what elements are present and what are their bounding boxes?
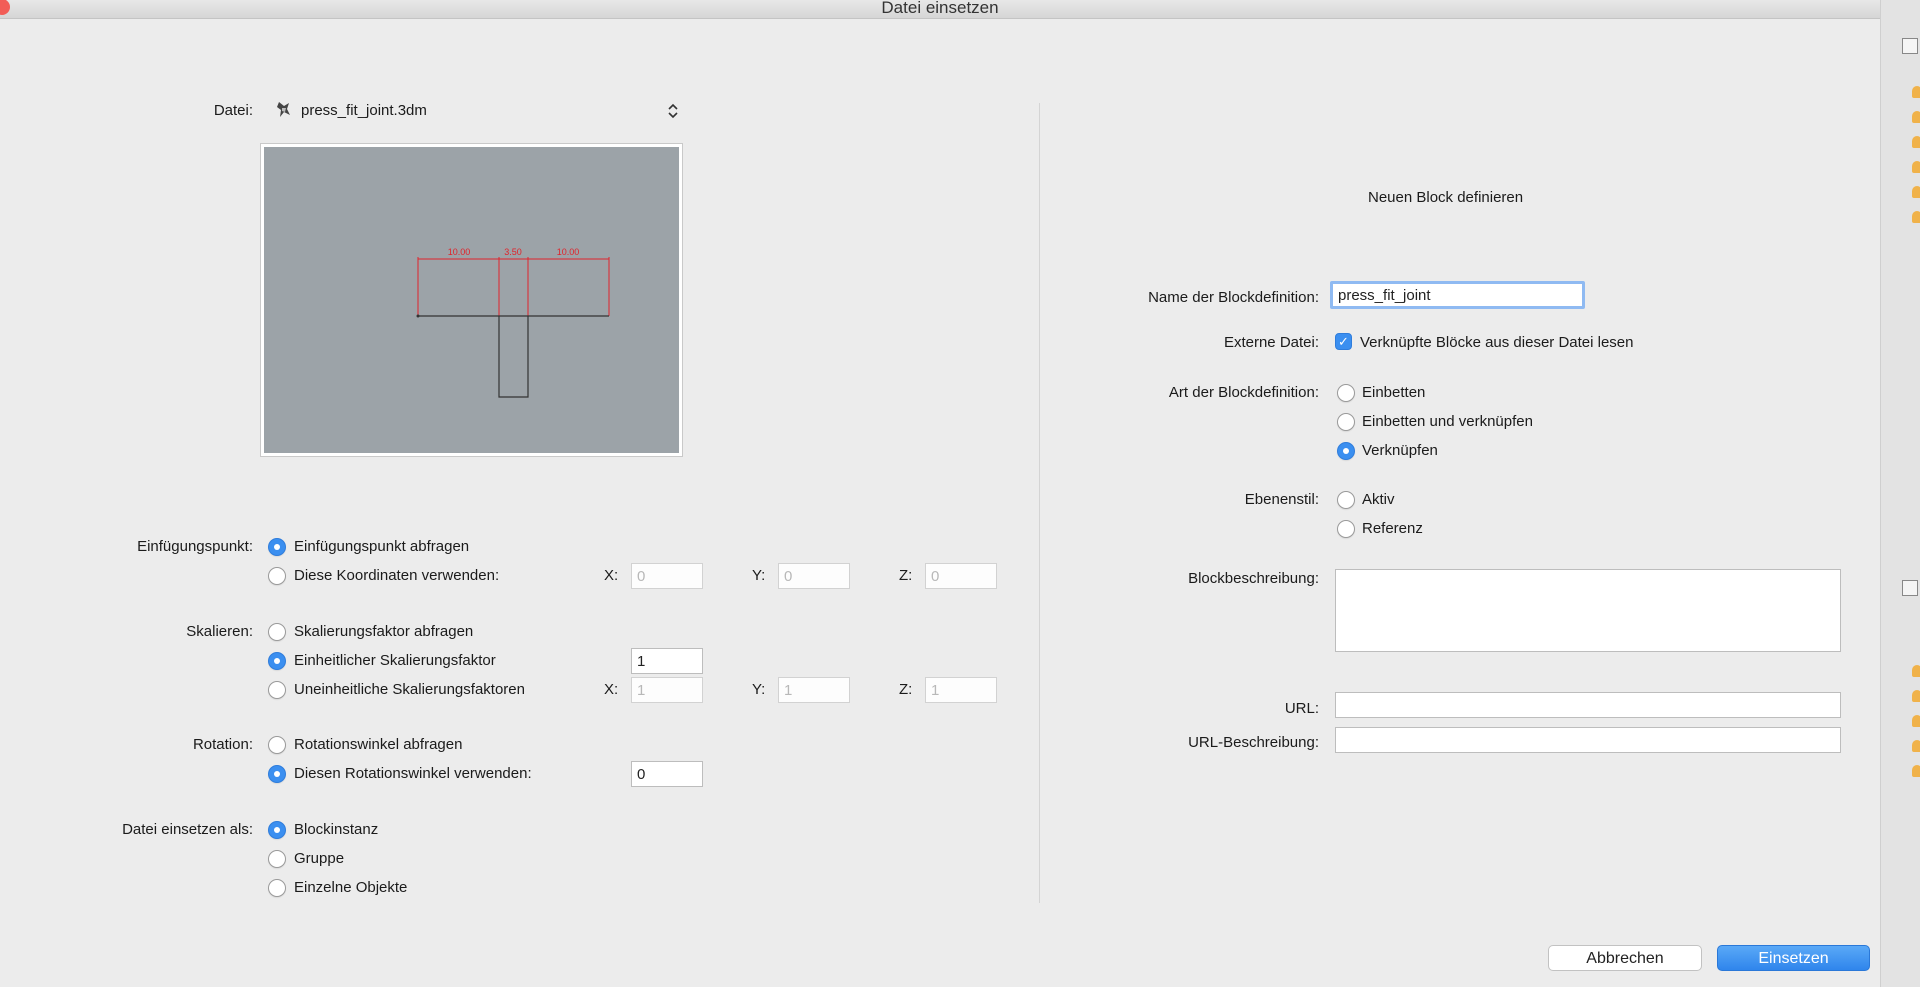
y-label: Y: bbox=[752, 567, 766, 584]
insert-button[interactable]: Einsetzen bbox=[1717, 945, 1870, 971]
scale-label: Skalieren: bbox=[186, 623, 253, 640]
option-label: Aktiv bbox=[1362, 491, 1395, 508]
radio-insertion-prompt[interactable] bbox=[268, 538, 286, 556]
option-label: Blockinstanz bbox=[294, 821, 379, 838]
url-label: URL: bbox=[1284, 700, 1319, 717]
lightbulb-icon bbox=[1912, 111, 1920, 123]
file-preview: 10.00 3.50 10.00 bbox=[260, 143, 683, 457]
radio-insert-individual[interactable] bbox=[268, 879, 286, 897]
option-label: Gruppe bbox=[294, 850, 345, 867]
background-window-icon bbox=[1902, 580, 1918, 596]
cancel-button[interactable]: Abbrechen bbox=[1548, 945, 1702, 971]
background-window-icon bbox=[1902, 38, 1918, 54]
x-label: X: bbox=[604, 681, 619, 698]
scale-x-field[interactable] bbox=[631, 677, 703, 703]
block-section-heading: Neuen Block definieren bbox=[1368, 189, 1524, 206]
file-name: press_fit_joint.3dm bbox=[301, 102, 427, 119]
lightbulb-icon bbox=[1912, 161, 1920, 173]
preview-drawing: 10.00 3.50 10.00 bbox=[416, 247, 610, 398]
external-file-checkbox[interactable]: ✓ bbox=[1335, 333, 1352, 350]
option-label: Einbetten bbox=[1362, 384, 1426, 401]
option-label: Einbetten und verknüpfen bbox=[1362, 413, 1533, 430]
lightbulb-icon bbox=[1912, 136, 1920, 148]
lightbulb-icon bbox=[1912, 86, 1920, 98]
radio-rotation-use[interactable] bbox=[268, 765, 286, 783]
lightbulb-icon bbox=[1912, 186, 1920, 198]
lightbulb-icon bbox=[1912, 665, 1920, 677]
chevron-updown-icon bbox=[668, 103, 678, 119]
option-label: Diesen Rotationswinkel verwenden: bbox=[294, 765, 532, 782]
insertion-y-field[interactable] bbox=[778, 563, 850, 589]
block-description-field[interactable] bbox=[1335, 569, 1841, 652]
z-label: Z: bbox=[899, 567, 913, 584]
title-bar: Datei einsetzen bbox=[0, 0, 1880, 19]
z-label: Z: bbox=[899, 681, 913, 698]
file-popup[interactable]: press_fit_joint.3dm bbox=[272, 99, 686, 123]
option-label: Rotationswinkel abfragen bbox=[294, 736, 463, 753]
radio-insert-group[interactable] bbox=[268, 850, 286, 868]
x-label: X: bbox=[604, 567, 619, 584]
insertion-x-field[interactable] bbox=[631, 563, 703, 589]
lightbulb-icon bbox=[1912, 740, 1920, 752]
url-description-field[interactable] bbox=[1335, 727, 1841, 753]
rotation-angle-field[interactable] bbox=[631, 761, 703, 787]
external-file-label: Externe Datei: bbox=[1223, 334, 1319, 351]
radio-insert-block-instance[interactable] bbox=[268, 821, 286, 839]
scale-z-field[interactable] bbox=[925, 677, 997, 703]
column-divider bbox=[1039, 103, 1040, 903]
radio-scale-nonuniform[interactable] bbox=[268, 681, 286, 699]
option-label: Skalierungsfaktor abfragen bbox=[294, 623, 474, 640]
radio-scale-prompt[interactable] bbox=[268, 623, 286, 641]
lightbulb-icon bbox=[1912, 765, 1920, 777]
option-label: Referenz bbox=[1362, 520, 1423, 537]
y-label: Y: bbox=[752, 681, 766, 698]
lightbulb-icon bbox=[1912, 690, 1920, 702]
radio-type-embed[interactable] bbox=[1337, 384, 1355, 402]
option-label: Einzelne Objekte bbox=[294, 879, 408, 896]
block-name-label: Name der Blockdefinition: bbox=[1148, 289, 1319, 306]
radio-rotation-prompt[interactable] bbox=[268, 736, 286, 754]
block-description-label: Blockbeschreibung: bbox=[1188, 570, 1319, 587]
insertion-point-label: Einfügungspunkt: bbox=[137, 538, 253, 555]
dimension-label: 10.00 bbox=[557, 247, 580, 257]
radio-insertion-coordinates[interactable] bbox=[268, 567, 286, 585]
window-title: Datei einsetzen bbox=[881, 0, 999, 17]
layer-style-label: Ebenenstil: bbox=[1244, 491, 1319, 508]
lightbulb-icon bbox=[1912, 211, 1920, 223]
insertion-z-field[interactable] bbox=[925, 563, 997, 589]
option-label: Einfügungspunkt abfragen bbox=[294, 538, 470, 555]
radio-layer-active[interactable] bbox=[1337, 491, 1355, 509]
uniform-scale-field[interactable] bbox=[631, 648, 703, 674]
radio-scale-uniform[interactable] bbox=[268, 652, 286, 670]
rhino-file-icon bbox=[277, 102, 290, 117]
dimension-label: 3.50 bbox=[504, 247, 522, 257]
background-window-strip bbox=[1880, 0, 1920, 987]
url-field[interactable] bbox=[1335, 692, 1841, 718]
file-label: Datei: bbox=[213, 102, 253, 119]
scale-y-field[interactable] bbox=[778, 677, 850, 703]
block-name-field[interactable] bbox=[1330, 281, 1585, 309]
rotation-label: Rotation: bbox=[192, 736, 253, 753]
lightbulb-icon bbox=[1912, 715, 1920, 727]
checkbox-label: Verknüpfte Blöcke aus dieser Datei lesen bbox=[1360, 334, 1634, 351]
radio-type-link[interactable] bbox=[1337, 442, 1355, 460]
option-label: Verknüpfen bbox=[1362, 442, 1438, 459]
block-type-label: Art der Blockdefinition: bbox=[1168, 384, 1319, 401]
dimension-label: 10.00 bbox=[448, 247, 471, 257]
radio-type-embed-link[interactable] bbox=[1337, 413, 1355, 431]
url-description-label: URL-Beschreibung: bbox=[1188, 734, 1319, 751]
radio-layer-reference[interactable] bbox=[1337, 520, 1355, 538]
insert-as-label: Datei einsetzen als: bbox=[122, 821, 253, 838]
option-label: Einheitlicher Skalierungsfaktor bbox=[294, 652, 496, 669]
option-label: Diese Koordinaten verwenden: bbox=[294, 567, 500, 584]
option-label: Uneinheitliche Skalierungsfaktoren bbox=[294, 681, 525, 698]
